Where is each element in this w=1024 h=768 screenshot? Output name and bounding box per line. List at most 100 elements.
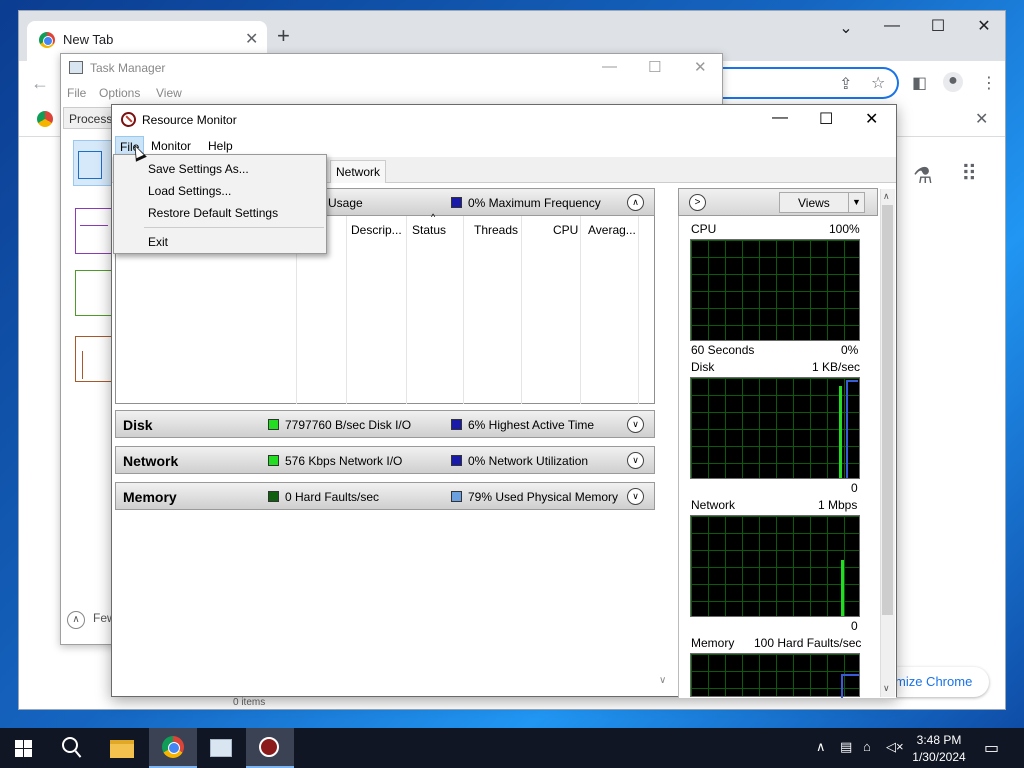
rm-minimize-button[interactable]: — <box>772 109 788 127</box>
expand-chevron-icon[interactable]: ∨ <box>627 416 644 433</box>
tm-menu-file[interactable]: File <box>67 86 86 100</box>
tm-menu-options[interactable]: Options <box>99 86 140 100</box>
resource-monitor-icon[interactable] <box>259 737 279 757</box>
taskbar-clock[interactable]: 3:48 PM 1/30/2024 <box>906 732 972 766</box>
bookmark-star-icon[interactable]: ☆ <box>871 73 885 93</box>
show-hidden-icons-icon[interactable]: ∧ <box>816 739 826 755</box>
notification-icon[interactable]: ▭ <box>984 738 999 758</box>
share-icon[interactable]: ⇪ <box>839 74 852 94</box>
used-physical-memory: 79% Used Physical Memory <box>468 490 619 504</box>
column-header-average[interactable]: Averag... <box>588 223 636 237</box>
expand-chevron-icon[interactable]: ∨ <box>627 488 644 505</box>
taskbar: ∧ ▤ ⌂ ◁× ▭ <box>0 728 1024 768</box>
storage-icon[interactable]: ▤ <box>840 739 852 755</box>
tab-close-icon[interactable]: ✕ <box>245 29 258 49</box>
file-explorer-icon[interactable] <box>110 740 134 758</box>
profile-avatar-icon[interactable]: ● <box>943 72 963 92</box>
tm-minimize-button[interactable]: — <box>602 58 617 75</box>
tab-network-label: Network <box>336 165 381 179</box>
tab-processes[interactable]: Processes <box>63 107 118 129</box>
customize-chrome-button[interactable]: mize Chrome <box>881 667 989 697</box>
chrome-minimize-button[interactable]: — <box>869 17 915 35</box>
chrome-icon[interactable] <box>162 736 184 758</box>
back-arrow-icon[interactable]: ← <box>31 73 49 94</box>
views-dropdown[interactable]: Views ▼ <box>779 192 865 213</box>
start-icon[interactable] <box>15 740 32 757</box>
graph-pane-scroll-thumb[interactable] <box>882 205 893 615</box>
tab-network[interactable]: Network <box>330 160 386 183</box>
resource-monitor-title: Resource Monitor <box>142 113 237 127</box>
clock-date: 1/30/2024 <box>912 750 966 764</box>
task-manager-menubar: File Options View <box>61 82 722 104</box>
network-panel-title: Network <box>123 453 179 469</box>
cpu-graph-max: 100% <box>829 222 860 236</box>
disk-graph-min: 0 <box>851 481 858 495</box>
file-dropdown-menu: Save Settings As... Load Settings... Res… <box>113 154 327 254</box>
task-manager-titlebar[interactable]: Task Manager — ☐ ✕ <box>61 54 722 82</box>
scroll-up-arrow-icon[interactable]: ∧ <box>883 191 890 202</box>
memory-thumbnail-graph <box>80 225 108 239</box>
expand-pane-arrow-icon[interactable]: > <box>689 194 706 211</box>
column-header-threads[interactable]: Threads <box>474 223 518 237</box>
disk-active-swatch <box>451 419 462 430</box>
fewer-details-button[interactable]: ∧ Few <box>67 611 116 629</box>
search-icon[interactable] <box>62 737 78 753</box>
resource-monitor-icon <box>121 112 136 127</box>
menu-item-exit[interactable]: Exit <box>148 235 168 249</box>
resource-monitor-titlebar[interactable]: Resource Monitor — ☐ ✕ <box>112 105 896 135</box>
column-divider <box>406 216 407 404</box>
network-graph-spike <box>841 560 844 616</box>
labs-flask-icon[interactable]: ⚗ <box>913 163 933 189</box>
column-header-description[interactable]: Descrip... <box>351 223 402 237</box>
cpu-panel-title: Usage <box>328 196 363 210</box>
column-divider <box>346 216 347 404</box>
menu-item-restore-defaults[interactable]: Restore Default Settings <box>148 206 278 220</box>
disk-thumbnail[interactable] <box>75 270 113 316</box>
apps-grid-icon[interactable]: ⠿ <box>961 161 977 187</box>
bar-close-icon[interactable]: ✕ <box>975 109 988 129</box>
new-tab-button[interactable]: + <box>277 25 290 47</box>
expand-chevron-icon[interactable]: ∨ <box>627 452 644 469</box>
chrome-close-button[interactable]: ✕ <box>961 16 1007 36</box>
menu-separator <box>144 227 324 228</box>
chrome-tab-title: New Tab <box>63 32 114 47</box>
memory-panel-title: Memory <box>123 489 177 505</box>
column-header-cpu[interactable]: CPU <box>553 223 578 237</box>
network-io-swatch <box>268 455 279 466</box>
menu-item-load-settings[interactable]: Load Settings... <box>148 184 231 198</box>
network-icon[interactable]: ⌂ <box>863 739 871 754</box>
task-manager-icon[interactable] <box>210 739 232 757</box>
network-panel-header[interactable]: Network 576 Kbps Network I/O 0% Network … <box>115 446 655 474</box>
rm-menu-help[interactable]: Help <box>208 139 233 153</box>
disk-panel-header[interactable]: Disk 7797760 B/sec Disk I/O 6% Highest A… <box>115 410 655 438</box>
ethernet-thumbnail[interactable] <box>75 336 113 382</box>
disk-io-swatch <box>268 419 279 430</box>
column-divider <box>638 216 639 404</box>
column-header-status[interactable]: Status <box>412 223 446 237</box>
tm-menu-view[interactable]: View <box>156 86 182 100</box>
rm-maximize-button[interactable]: ☐ <box>819 109 833 129</box>
rm-close-button[interactable]: ✕ <box>865 109 878 129</box>
column-divider <box>580 216 581 404</box>
kebab-menu-icon[interactable]: ⋮ <box>981 73 997 93</box>
volume-muted-icon[interactable]: ◁× <box>886 739 904 755</box>
chrome-maximize-button[interactable]: ☐ <box>915 16 961 36</box>
side-panel-icon[interactable]: ◧ <box>912 73 927 93</box>
network-util-swatch <box>451 455 462 466</box>
scroll-down-arrow-icon[interactable]: ∨ <box>659 675 666 686</box>
memory-panel-header[interactable]: Memory 0 Hard Faults/sec 79% Used Physic… <box>115 482 655 510</box>
dropdown-arrow-icon: ▼ <box>848 193 864 212</box>
disk-graph-active-line <box>846 380 858 478</box>
used-memory-swatch <box>451 491 462 502</box>
scroll-down-arrow-icon[interactable]: ∨ <box>883 683 890 694</box>
rm-menu-monitor[interactable]: Monitor <box>151 139 191 153</box>
memory-thumbnail[interactable] <box>75 208 113 254</box>
sort-arrow-icon: ^ <box>431 212 436 222</box>
collapse-chevron-icon[interactable]: ∧ <box>627 194 644 211</box>
tm-close-button[interactable]: ✕ <box>694 58 707 76</box>
chrome-tab-search-icon[interactable]: ⌄ <box>823 18 869 38</box>
tm-maximize-button[interactable]: ☐ <box>648 58 661 76</box>
menu-item-save-settings[interactable]: Save Settings As... <box>148 162 249 176</box>
task-manager-title: Task Manager <box>90 61 166 75</box>
status-text: 0 items <box>233 697 266 708</box>
